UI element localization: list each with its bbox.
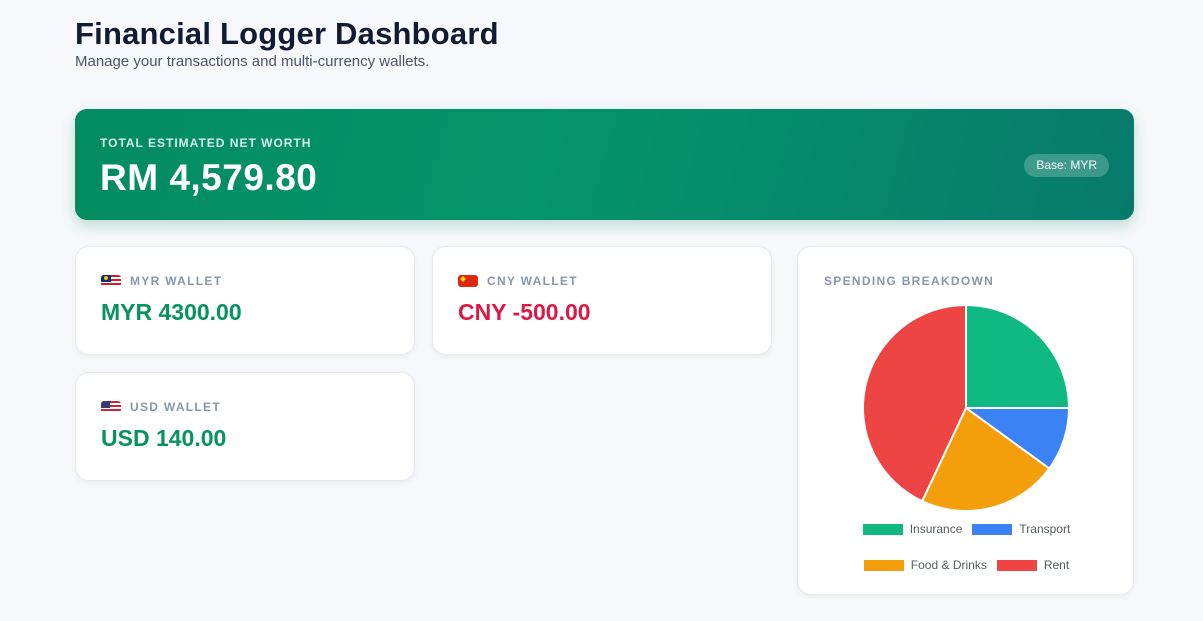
page-subtitle: Manage your transactions and multi-curre… — [75, 53, 430, 70]
page-header: Financial Logger Dashboard Manage your t… — [75, 16, 499, 70]
chart-legend: Insurance Transport Food & Drinks Rent — [798, 522, 1135, 572]
base-currency-badge: Base: MYR — [1024, 154, 1109, 177]
wallet-label: USD WALLET — [130, 400, 221, 414]
legend-item[interactable]: Insurance — [862, 522, 963, 536]
pie-slice-insurance[interactable] — [965, 303, 1071, 409]
legend-swatch — [996, 559, 1037, 571]
legend-label: Food & Drinks — [910, 558, 987, 572]
wallet-label: CNY WALLET — [487, 274, 578, 288]
net-worth-label: TOTAL ESTIMATED NET WORTH — [100, 136, 312, 150]
page-title: Financial Logger Dashboard — [75, 16, 499, 51]
spending-breakdown-card: SPENDING BREAKDOWN Insurance Transport Foo… — [797, 246, 1134, 595]
legend-item[interactable]: Transport — [972, 522, 1070, 536]
net-worth-card: TOTAL ESTIMATED NET WORTH RM 4,579.80 Ba… — [75, 109, 1134, 220]
china-flag-icon — [458, 275, 478, 287]
wallet-card-usd[interactable]: USD WALLET USD 140.00 — [75, 372, 415, 481]
legend-label: Rent — [1043, 558, 1070, 572]
legend-item[interactable]: Rent — [996, 558, 1070, 572]
spending-pie-chart — [862, 303, 1071, 512]
wallet-balance: CNY -500.00 — [458, 299, 591, 325]
net-worth-value: RM 4,579.80 — [100, 157, 318, 198]
legend-label: Transport — [1019, 522, 1071, 536]
legend-swatch — [972, 523, 1013, 535]
legend-swatch — [862, 523, 903, 535]
legend-item[interactable]: Food & Drinks — [863, 558, 987, 572]
wallet-card-myr[interactable]: MYR WALLET MYR 4300.00 — [75, 246, 415, 355]
malaysia-flag-icon — [101, 275, 121, 287]
wallet-label: MYR WALLET — [130, 274, 223, 288]
wallet-balance: USD 140.00 — [101, 425, 227, 451]
wallet-card-cny[interactable]: CNY WALLET CNY -500.00 — [432, 246, 772, 355]
legend-label: Insurance — [909, 522, 963, 536]
wallet-balance: MYR 4300.00 — [101, 299, 242, 325]
us-flag-icon — [101, 401, 121, 413]
legend-swatch — [863, 559, 904, 571]
